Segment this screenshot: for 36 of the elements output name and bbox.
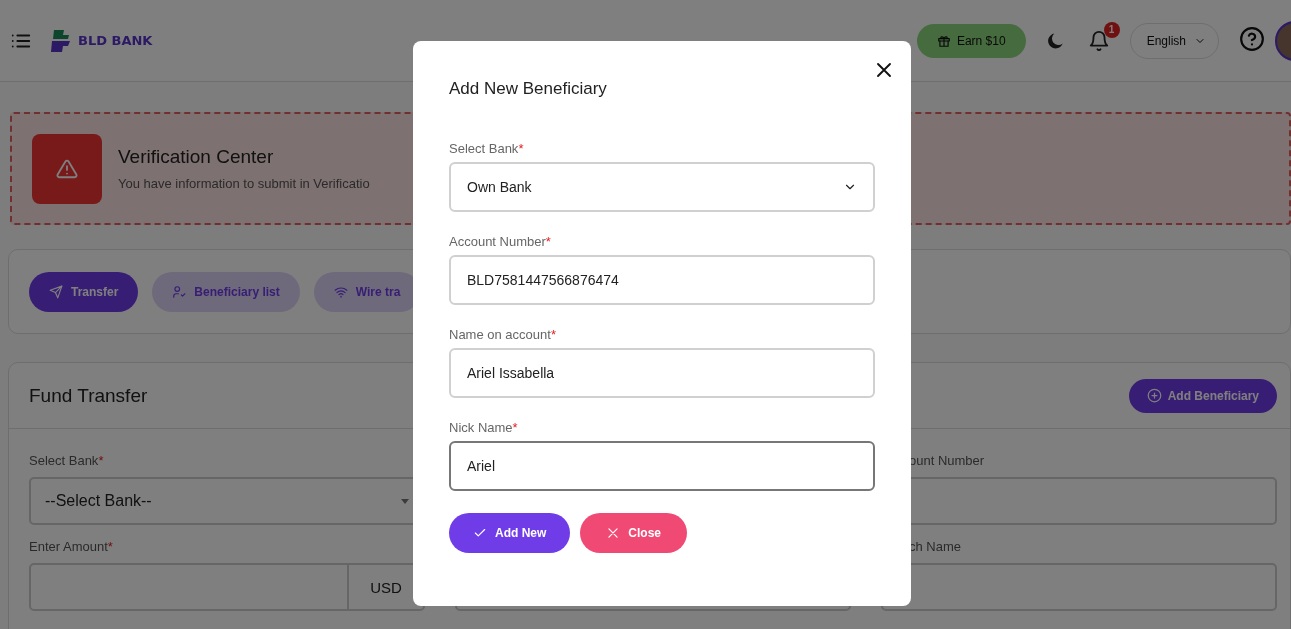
earn-button[interactable]: Earn $10 [916, 23, 1026, 58]
field-label: Enter Amount* [29, 539, 114, 556]
card-title: Fund Transfer [29, 384, 148, 407]
input-field[interactable]: Ariel Issabella [449, 348, 875, 398]
notification-badge: 1 [1103, 21, 1120, 38]
user-check-icon [172, 284, 187, 299]
add-new-button[interactable]: Add New [449, 513, 571, 553]
add-beneficiary-button[interactable]: Add Beneficiary [1128, 378, 1277, 413]
logo-text: BLD BANK [78, 33, 153, 48]
bank-select[interactable]: Own Bank [449, 162, 875, 212]
bell-icon [1087, 29, 1110, 52]
warning-icon [56, 157, 78, 180]
close-icon [606, 526, 621, 540]
field-label: Select Bank* [29, 453, 105, 470]
send-icon [49, 284, 63, 299]
caret-icon [401, 498, 409, 504]
plus-circle-icon [1146, 388, 1162, 403]
input-field[interactable] [881, 563, 1277, 611]
input-field[interactable]: BLD7581447566876474 [449, 255, 875, 305]
input-field[interactable]: Ariel [449, 441, 875, 491]
check-icon [473, 526, 487, 540]
field-label: Select Bank* [449, 141, 525, 156]
tab[interactable]: Transfer [29, 271, 139, 312]
field-label: Account Number* [449, 234, 552, 249]
modal-title: Add New Beneficiary [449, 79, 608, 99]
help-icon [1239, 25, 1265, 52]
alert-title: Verification Center [118, 146, 275, 168]
field-label: Nick Name* [449, 420, 519, 435]
alert-message: You have information to submit in Verificatio [118, 176, 370, 191]
wifi-icon [333, 284, 348, 299]
field-label: Name on account* [449, 327, 557, 342]
close-icon[interactable] [875, 61, 893, 79]
language-dropdown[interactable]: English [1129, 22, 1219, 59]
gift-icon [936, 33, 951, 48]
tab[interactable]: Beneficiary list [152, 271, 300, 312]
close-button[interactable]: Close [580, 513, 688, 553]
